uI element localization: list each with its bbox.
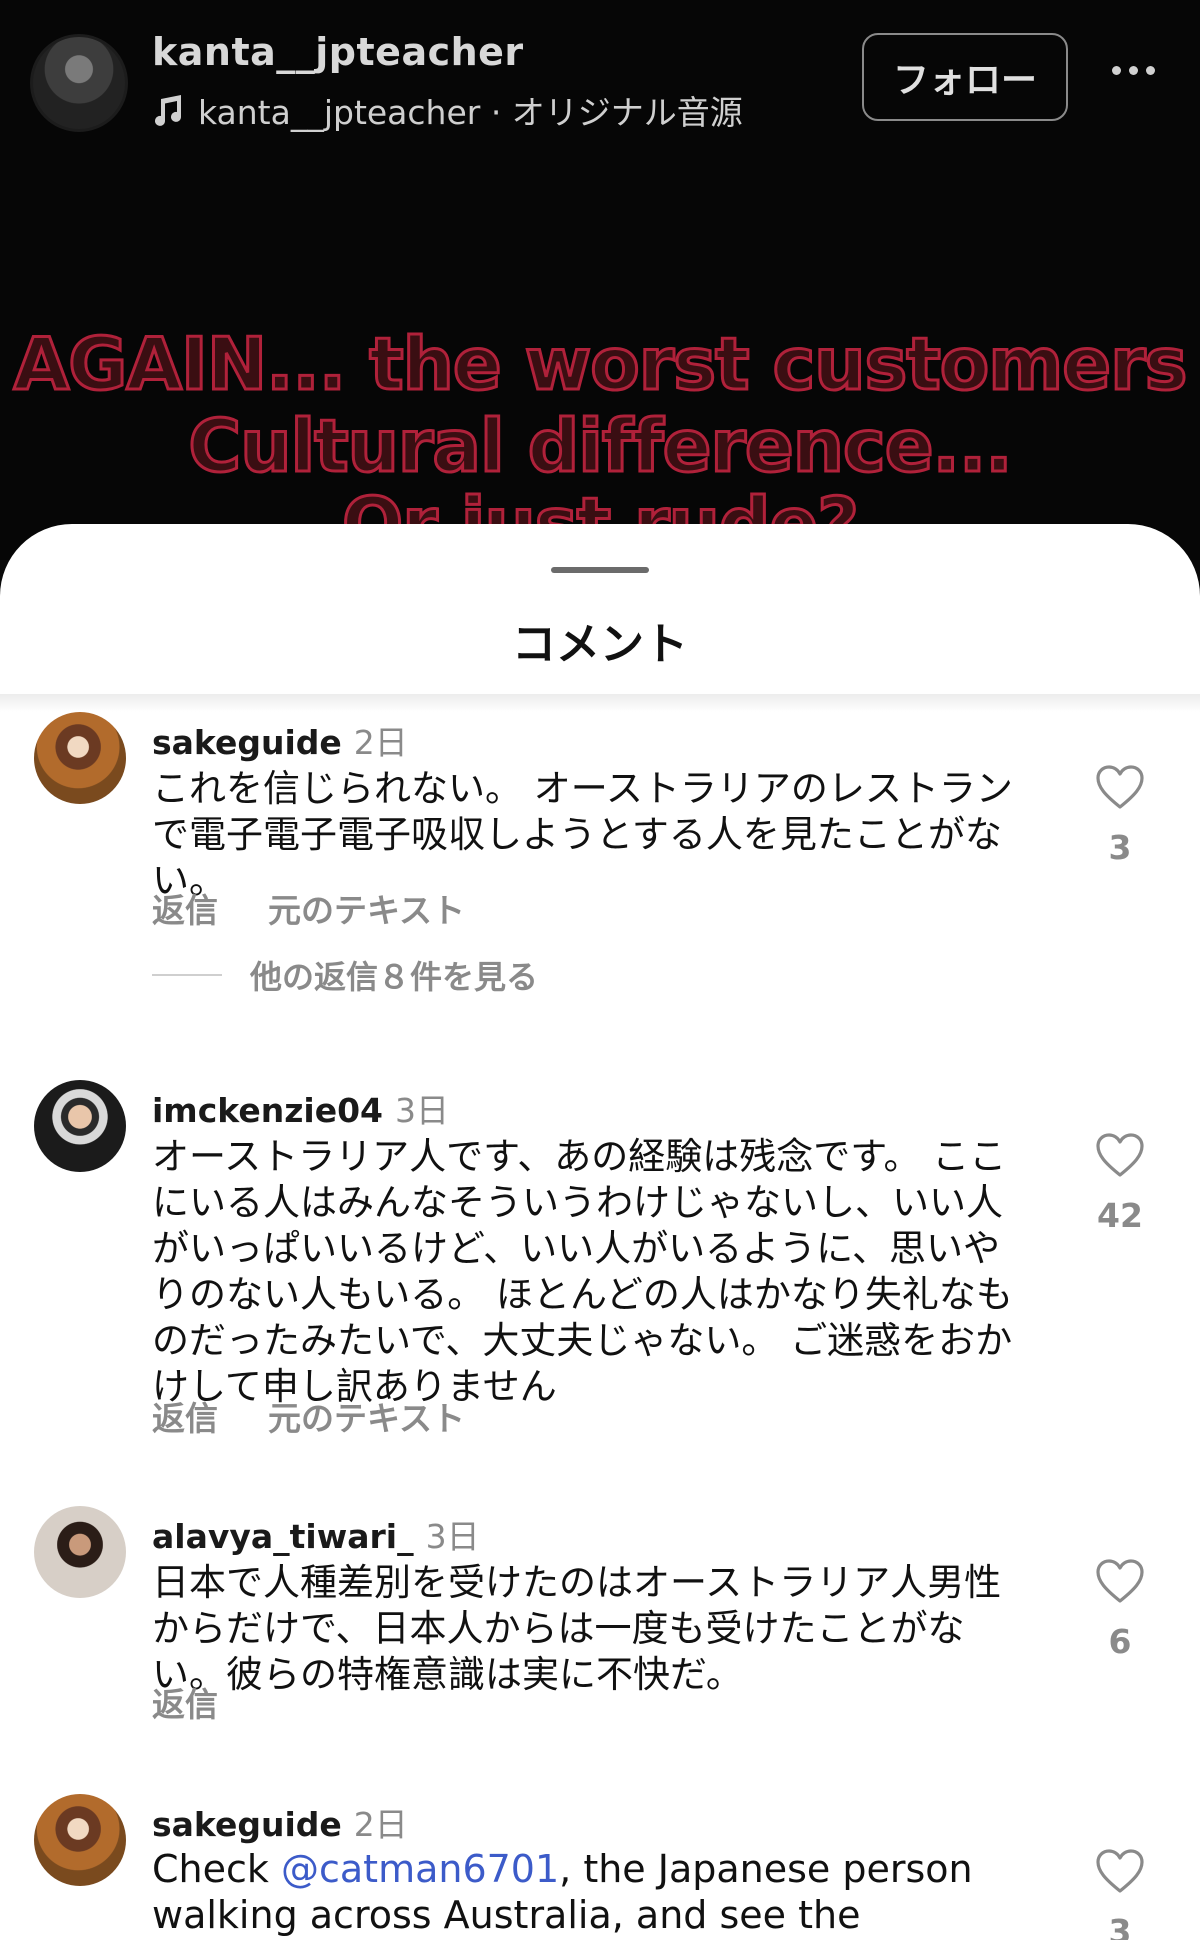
sheet-title: コメント (512, 619, 688, 670)
video-caption-line-1: AGAIN... the worst customers (12, 321, 1189, 408)
comment-time: 2日 (353, 1805, 408, 1844)
see-original-button[interactable]: 元のテキスト (268, 1392, 465, 1440)
comment-actions: 返信 元のテキスト (152, 884, 465, 932)
like-control[interactable]: 3 (1090, 1848, 1150, 1940)
comment-text-start: Check (152, 1847, 281, 1891)
follow-button[interactable]: フォロー (862, 33, 1068, 121)
heart-icon[interactable] (1095, 764, 1145, 810)
view-more-replies-label: 他の返信８件を見る (250, 958, 539, 996)
commenter-username[interactable]: sakeguide (152, 1805, 342, 1844)
sheet-divider (0, 694, 1200, 712)
comment-header: imckenzie04 3日 (152, 1084, 449, 1132)
like-count: 42 (1097, 1196, 1143, 1235)
view-more-replies[interactable]: 他の返信８件を見る (152, 952, 538, 998)
audio-label: kanta__jpteacher · オリジナル音源 (198, 93, 743, 132)
comment-header: sakeguide 2日 (152, 1798, 408, 1846)
comment-time: 3日 (395, 1091, 450, 1130)
heart-icon[interactable] (1095, 1558, 1145, 1604)
commenter-username[interactable]: alavya_tiwari_ (152, 1517, 414, 1556)
commenter-username[interactable]: imckenzie04 (152, 1091, 383, 1130)
like-count: 6 (1108, 1622, 1132, 1661)
comment-text: オーストラリア人です、あの経験は残念です。 ここ にいる人はみんなそういうわけじ… (152, 1135, 1013, 1408)
heart-icon[interactable] (1095, 1848, 1145, 1894)
comment-time: 3日 (425, 1517, 480, 1556)
comment-text: Check @catman6701, the Japanese person w… (152, 1846, 1032, 1940)
music-note-icon (155, 95, 181, 126)
video-background[interactable]: kanta__jpteacher kanta__jpteacher · オリジナ… (0, 0, 1200, 560)
comment-text: 日本で人種差別を受けたのはオーストラリア人男性 からだけで、日本人からは一度も受… (152, 1561, 1002, 1696)
commenter-avatar[interactable] (34, 1794, 126, 1886)
sheet-drag-handle[interactable] (551, 567, 649, 573)
commenter-username[interactable]: sakeguide (152, 723, 342, 762)
like-count: 3 (1108, 828, 1132, 867)
reply-button[interactable]: 返信 (152, 884, 218, 932)
commenter-avatar[interactable] (34, 1506, 126, 1598)
creator-username[interactable]: kanta__jpteacher (152, 30, 524, 74)
like-control[interactable]: 6 (1090, 1558, 1150, 1661)
replies-divider-line (152, 974, 222, 976)
reply-button[interactable]: 返信 (152, 1678, 218, 1726)
like-count: 3 (1108, 1912, 1132, 1940)
commenter-avatar[interactable] (34, 1080, 126, 1172)
commenter-avatar[interactable] (34, 712, 126, 804)
comment-header: sakeguide 2日 (152, 716, 408, 764)
comment-actions: 返信 元のテキスト (152, 1392, 465, 1440)
comment-actions: 返信 (152, 1678, 218, 1726)
more-options-icon[interactable] (1112, 66, 1155, 75)
mention-link[interactable]: @catman6701 (281, 1847, 559, 1891)
creator-avatar[interactable] (30, 34, 128, 132)
like-control[interactable]: 3 (1090, 764, 1150, 867)
reply-button[interactable]: 返信 (152, 1392, 218, 1440)
heart-icon[interactable] (1095, 1132, 1145, 1178)
comment-header: alavya_tiwari_ 3日 (152, 1510, 480, 1558)
like-control[interactable]: 42 (1090, 1132, 1150, 1235)
see-original-button[interactable]: 元のテキスト (268, 884, 465, 932)
comment-time: 2日 (353, 723, 408, 762)
comments-sheet: コメント sakeguide 2日 これを信じられない。 オーストラリアのレストラ… (0, 524, 1200, 1940)
audio-info[interactable]: kanta__jpteacher · オリジナル音源 (152, 86, 743, 134)
video-caption-line-2: Cultural difference... (187, 403, 1014, 490)
